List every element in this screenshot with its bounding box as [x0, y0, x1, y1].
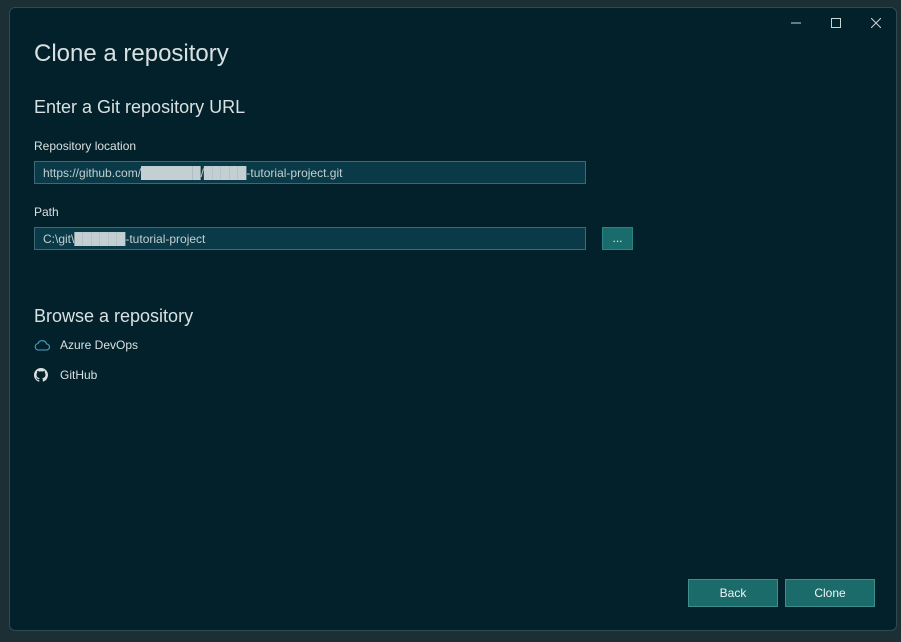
minimize-button[interactable] — [776, 8, 816, 38]
browse-section-heading: Browse a repository — [34, 306, 194, 326]
close-button[interactable] — [856, 8, 896, 38]
clone-dialog: Clone a repository Enter a Git repositor… — [9, 7, 897, 631]
provider-github[interactable]: GitHub — [34, 368, 97, 382]
back-button[interactable]: Back — [688, 579, 778, 607]
maximize-icon — [831, 18, 841, 28]
maximize-button[interactable] — [816, 8, 856, 38]
repository-location-label: Repository location — [34, 139, 137, 153]
close-icon — [871, 18, 881, 28]
clone-button[interactable]: Clone — [785, 579, 875, 607]
cloud-icon — [34, 338, 52, 352]
path-input[interactable] — [34, 227, 586, 250]
dialog-title: Clone a repository — [34, 40, 229, 67]
github-icon — [34, 368, 52, 382]
minimize-icon — [791, 22, 801, 24]
url-section-heading: Enter a Git repository URL — [34, 97, 246, 117]
window-controls — [776, 8, 896, 38]
repository-location-input[interactable] — [34, 161, 586, 184]
browse-path-button[interactable]: ... — [602, 227, 633, 250]
provider-azure-devops[interactable]: Azure DevOps — [34, 338, 138, 352]
provider-label: Azure DevOps — [60, 338, 139, 352]
provider-label: GitHub — [60, 368, 98, 382]
path-label: Path — [34, 205, 59, 219]
